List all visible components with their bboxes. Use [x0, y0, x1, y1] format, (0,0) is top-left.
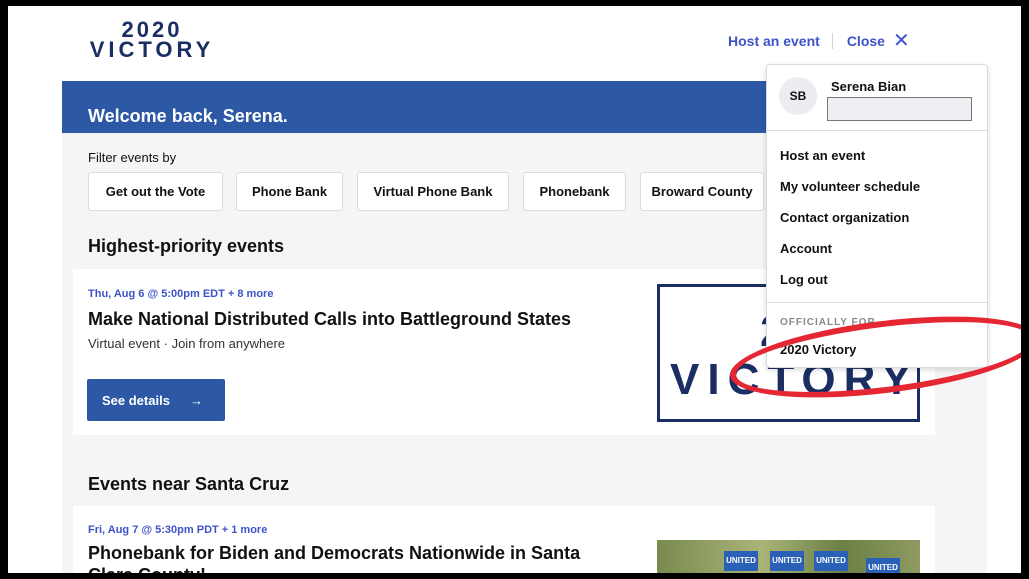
filter-chip-phonebank[interactable]: Phonebank [523, 172, 626, 211]
photo-sign: UNITED [724, 551, 758, 571]
filter-label: Filter events by [88, 150, 177, 165]
site-logo[interactable]: 2020 VICTORY [82, 19, 222, 62]
nearby-event-title[interactable]: Phonebank for Biden and Democrats Nation… [88, 542, 628, 573]
close-button[interactable]: Close ✕ [833, 30, 910, 52]
menu-divider [767, 302, 987, 303]
arrow-right-icon: → [189, 392, 203, 408]
priority-event-date: Thu, Aug 6 @ 5:00pm EDT + 8 more [88, 288, 274, 300]
menu-item-volunteer-schedule[interactable]: My volunteer schedule [780, 179, 920, 194]
close-icon: ✕ [892, 30, 910, 52]
menu-item-account[interactable]: Account [780, 241, 832, 256]
priority-heading: Highest-priority events [88, 236, 285, 256]
menu-item-host-event[interactable]: Host an event [780, 148, 865, 163]
host-event-link[interactable]: Host an event [728, 33, 833, 49]
filter-chip-broward-county[interactable]: Broward County [640, 172, 764, 211]
welcome-message: Welcome back, Serena. [88, 106, 288, 126]
see-details-button[interactable]: See details → [87, 379, 225, 421]
filter-chip-phone-bank[interactable]: Phone Bank [236, 172, 343, 211]
priority-event-title[interactable]: Make National Distributed Calls into Bat… [88, 308, 571, 330]
nearby-event-date: Fri, Aug 7 @ 5:30pm PDT + 1 more [88, 524, 268, 536]
menu-item-log-out[interactable]: Log out [780, 272, 828, 287]
see-details-label: See details [102, 392, 170, 408]
menu-divider [767, 130, 987, 131]
photo-sign: UNITED [770, 551, 804, 571]
priority-event-location: Virtual event · Join from anywhere [88, 336, 286, 351]
logo-line-2: VICTORY [89, 37, 215, 62]
close-label: Close [846, 33, 885, 49]
nearby-heading: Events near Santa Cruz [88, 474, 290, 494]
filter-chip-get-out-the-vote[interactable]: Get out the Vote [88, 172, 223, 211]
photo-sign: UNITED [814, 551, 848, 571]
redacted-email [827, 97, 972, 121]
filter-chip-virtual-phone-bank[interactable]: Virtual Phone Bank [357, 172, 509, 211]
photo-sign: UNITED [866, 558, 900, 573]
page-frame: 2020 VICTORY Host an event Close ✕ Welco… [8, 6, 1021, 573]
avatar: SB [779, 77, 817, 115]
user-name: Serena Bian [831, 79, 907, 94]
menu-item-contact-organization[interactable]: Contact organization [780, 210, 909, 225]
top-nav: Host an event Close ✕ [728, 30, 910, 52]
